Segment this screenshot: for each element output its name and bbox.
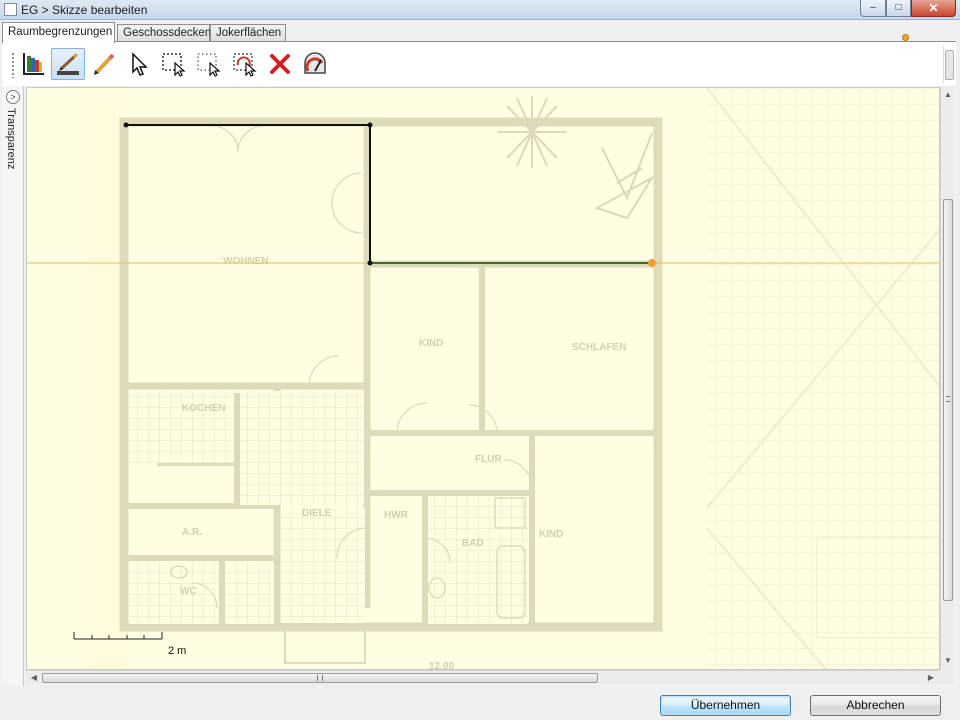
floorplan-stairs [706, 88, 939, 669]
vertical-scrollbar[interactable]: ▲ ▼ [940, 87, 954, 670]
minimize-button[interactable]: – [860, 0, 886, 17]
apply-button[interactable]: Übernehmen [660, 695, 791, 716]
room-label-kochen: KOCHEN [182, 403, 225, 414]
title-bar: EG > Skizze bearbeiten – □ ✕ [0, 0, 960, 20]
draw-wall-tool[interactable] [51, 48, 85, 80]
select-area-tool[interactable] [157, 48, 191, 80]
scroll-up-arrow[interactable]: ▲ [942, 89, 954, 101]
transparency-panel: > Transparenz [2, 86, 24, 686]
window-title: EG > Skizze bearbeiten [21, 3, 148, 17]
pencil-icon [94, 53, 115, 75]
cursor-arrow-icon [132, 52, 148, 76]
delete-tool[interactable] [263, 48, 297, 80]
app-icon [4, 3, 17, 16]
room-label-flur: FLUR [475, 454, 502, 465]
panel-expand-button[interactable]: > [6, 90, 20, 104]
sketch-canvas[interactable]: WOHNEN KIND SCHLAFEN KOCHEN FLUR A.R. DI… [26, 87, 940, 670]
close-button[interactable]: ✕ [911, 0, 956, 17]
room-label-bad: BAD [462, 538, 484, 549]
vertical-scroll-grip [946, 396, 950, 402]
boundary-vertex[interactable] [123, 122, 129, 128]
scale-label: 2 m [168, 645, 186, 657]
scroll-down-arrow[interactable]: ▼ [942, 655, 954, 667]
horizontal-scroll-grip [317, 675, 323, 681]
gauge-icon [304, 52, 326, 74]
scroll-right-arrow[interactable]: ▶ [925, 672, 937, 684]
select-dashed-tool[interactable] [192, 48, 226, 80]
toolbar [2, 42, 956, 86]
scroll-left-arrow[interactable]: ◀ [28, 672, 40, 684]
boundary-vertex[interactable] [367, 122, 373, 128]
horizontal-scroll-thumb[interactable] [42, 673, 598, 683]
vertical-scroll-thumb[interactable] [943, 199, 953, 601]
tab-jokerflaechen[interactable]: Jokerflächen [210, 24, 286, 42]
layers-tool[interactable] [16, 48, 50, 80]
room-label-wc: WC [180, 586, 197, 597]
toolbar-scroll-thumb[interactable] [945, 50, 954, 80]
measure-tool[interactable] [298, 48, 332, 80]
room-label-ar: A.R. [182, 527, 202, 538]
room-label-kind-1: KIND [419, 338, 443, 349]
floorplan-drawing: WOHNEN KIND SCHLAFEN KOCHEN FLUR A.R. DI… [27, 88, 939, 670]
pencil-tool[interactable] [87, 48, 121, 80]
room-label-hwr: HWR [384, 510, 409, 521]
tab-geschossdecken[interactable]: Geschossdecken [117, 24, 211, 42]
maximize-button[interactable]: □ [886, 0, 911, 17]
toolbar-grip[interactable] [11, 52, 15, 78]
select-rotate-tool[interactable] [228, 48, 262, 80]
room-label-kind-2: KIND [539, 529, 563, 540]
select-tool[interactable] [122, 48, 156, 80]
status-indicator [902, 34, 909, 41]
red-x-icon [270, 54, 290, 74]
room-label-diele: DIELE [302, 508, 332, 519]
select-rectangle-icon [162, 53, 186, 77]
horizontal-scrollbar[interactable]: ◀ ▶ [26, 670, 940, 684]
select-dashed-icon [197, 53, 221, 77]
select-rotate-icon [233, 53, 257, 77]
book-layers-icon [23, 53, 44, 75]
active-boundary-vertex[interactable] [648, 259, 656, 267]
tab-raumbegrenzungen[interactable]: Raumbegrenzungen [2, 22, 115, 43]
toolbar-scrollbar[interactable] [943, 46, 954, 84]
room-label-wohnen: WOHNEN [223, 256, 269, 267]
boundary-vertex[interactable] [367, 260, 373, 266]
room-label-schlafen: SCHLAFEN [572, 342, 626, 353]
cancel-button[interactable]: Abbrechen [810, 695, 941, 716]
dimension-label: 12.00 [429, 661, 454, 670]
transparency-label[interactable]: Transparenz [5, 108, 17, 169]
scroll-corner [940, 670, 954, 684]
pen-ruler-icon [57, 52, 79, 75]
